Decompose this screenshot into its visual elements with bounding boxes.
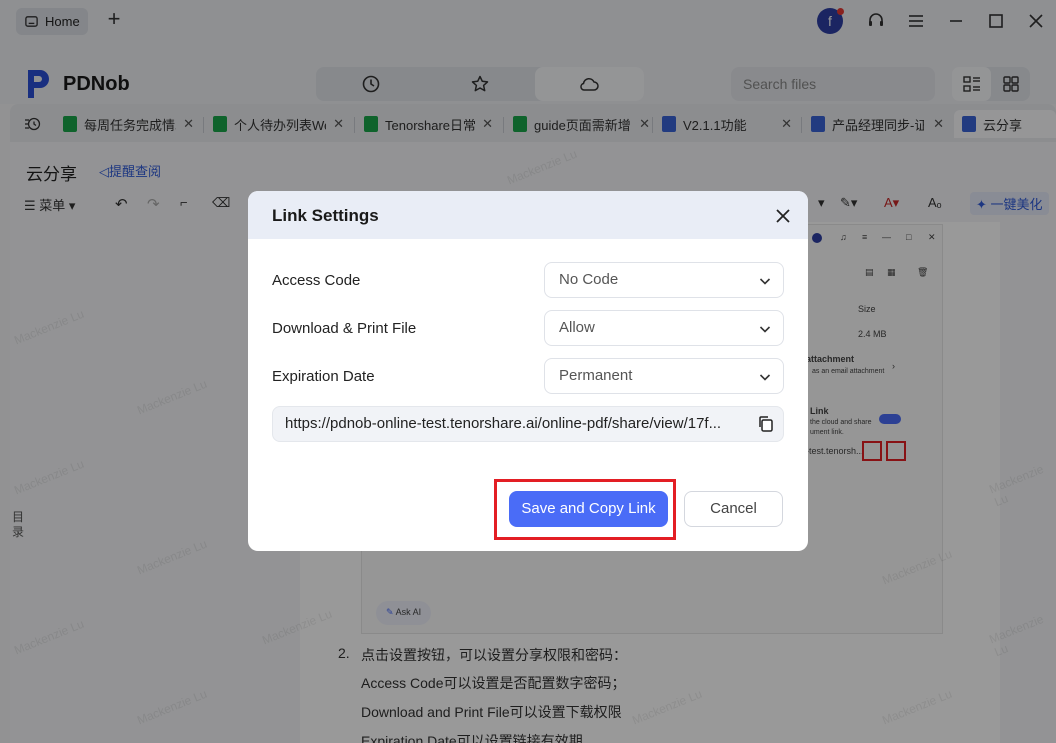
access-code-label: Access Code (272, 272, 361, 289)
access-code-value: No Code (559, 271, 619, 288)
download-print-value: Allow (559, 319, 595, 336)
cancel-button[interactable]: Cancel (684, 491, 783, 527)
close-dialog-button[interactable] (771, 204, 795, 228)
access-code-select[interactable]: No Code (544, 262, 784, 298)
download-print-label: Download & Print File (272, 320, 417, 337)
chevron-down-icon (759, 326, 771, 333)
expiration-date-label: Expiration Date (272, 368, 375, 385)
expiration-date-select[interactable]: Permanent (544, 358, 784, 394)
annotation-highlight-box (494, 479, 676, 540)
expiration-date-value: Permanent (559, 367, 633, 384)
dialog-title: Link Settings (272, 206, 379, 225)
share-link-field[interactable]: https://pdnob-online-test.tenorshare.ai/… (272, 406, 784, 442)
share-link-url: https://pdnob-online-test.tenorshare.ai/… (285, 415, 722, 432)
close-icon (776, 209, 790, 223)
chevron-down-icon (759, 374, 771, 381)
dialog-header: Link Settings (248, 191, 808, 239)
chevron-down-icon (759, 278, 771, 285)
copy-icon[interactable] (757, 415, 775, 433)
download-print-select[interactable]: Allow (544, 310, 784, 346)
